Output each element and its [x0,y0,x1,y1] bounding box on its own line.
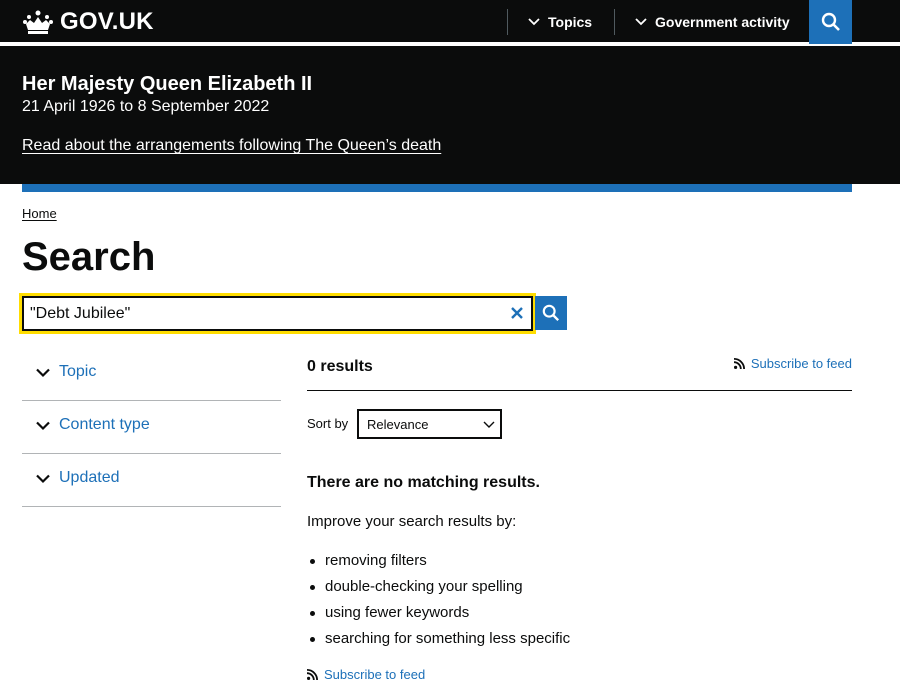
rss-icon [733,358,745,369]
sort-label: Sort by [307,416,349,431]
chevron-down-icon [528,18,540,26]
site-header: GOV.UK Topics Government activity [0,0,900,44]
chevron-down-icon [483,421,495,428]
filter-content-type[interactable]: Content type [22,401,281,454]
crown-icon [23,10,53,34]
subscribe-feed-link[interactable]: Subscribe to feed [733,356,852,371]
sort-select-value: Relevance [367,417,429,432]
list-item: using fewer keywords [307,604,570,630]
govuk-logo-link[interactable]: GOV.UK [22,8,154,36]
header-search-button[interactable] [809,0,852,44]
list-item: double-checking your spelling [307,578,570,604]
banner-link[interactable]: Read about the arrangements following Th… [22,137,441,155]
nav-topics-label: Topics [548,14,593,30]
filter-content-type-label: Content type [59,416,150,433]
improve-text: Improve your search results by: [307,513,517,530]
header-blue-bar [22,184,852,192]
logo-text: GOV.UK [60,8,154,35]
breadcrumb-home[interactable]: Home [22,206,57,221]
search-icon [542,304,560,322]
subscribe-feed-label-bottom: Subscribe to feed [324,667,426,682]
results-count: 0 results [307,358,373,375]
chevron-down-icon [36,421,50,431]
filter-topic-label: Topic [59,363,97,380]
nav-divider [614,9,615,35]
search-field [19,293,536,334]
nav-government-activity-label: Government activity [655,14,790,30]
search-input[interactable] [24,298,504,329]
list-item: removing filters [307,552,570,578]
banner-dates: 21 April 1926 to 8 September 2022 [22,98,270,115]
page-title: Search [22,235,156,279]
results-divider [307,390,852,391]
close-icon[interactable] [508,304,526,322]
emergency-banner: Her Majesty Queen Elizabeth II 21 April … [0,46,900,184]
rss-icon [307,669,318,680]
filter-topic[interactable]: Topic [22,348,281,401]
list-item: searching for something less specific [307,630,570,656]
nav-government-activity[interactable]: Government activity [635,0,790,44]
subscribe-feed-label: Subscribe to feed [750,356,852,371]
no-results-heading: There are no matching results. [307,474,540,491]
filter-updated[interactable]: Updated [22,454,281,507]
chevron-down-icon [36,368,50,378]
chevron-down-icon [635,18,647,26]
banner-title: Her Majesty Queen Elizabeth II [22,73,313,95]
search-icon [821,12,840,31]
chevron-down-icon [36,474,50,484]
tips-list: removing filters double-checking your sp… [307,552,570,656]
filter-updated-label: Updated [59,469,120,486]
nav-topics[interactable]: Topics [528,0,592,44]
search-submit-button[interactable] [535,296,567,330]
subscribe-feed-link-bottom[interactable]: Subscribe to feed [307,667,425,682]
nav-divider [507,9,508,35]
sort-select[interactable]: Relevance [357,409,502,439]
